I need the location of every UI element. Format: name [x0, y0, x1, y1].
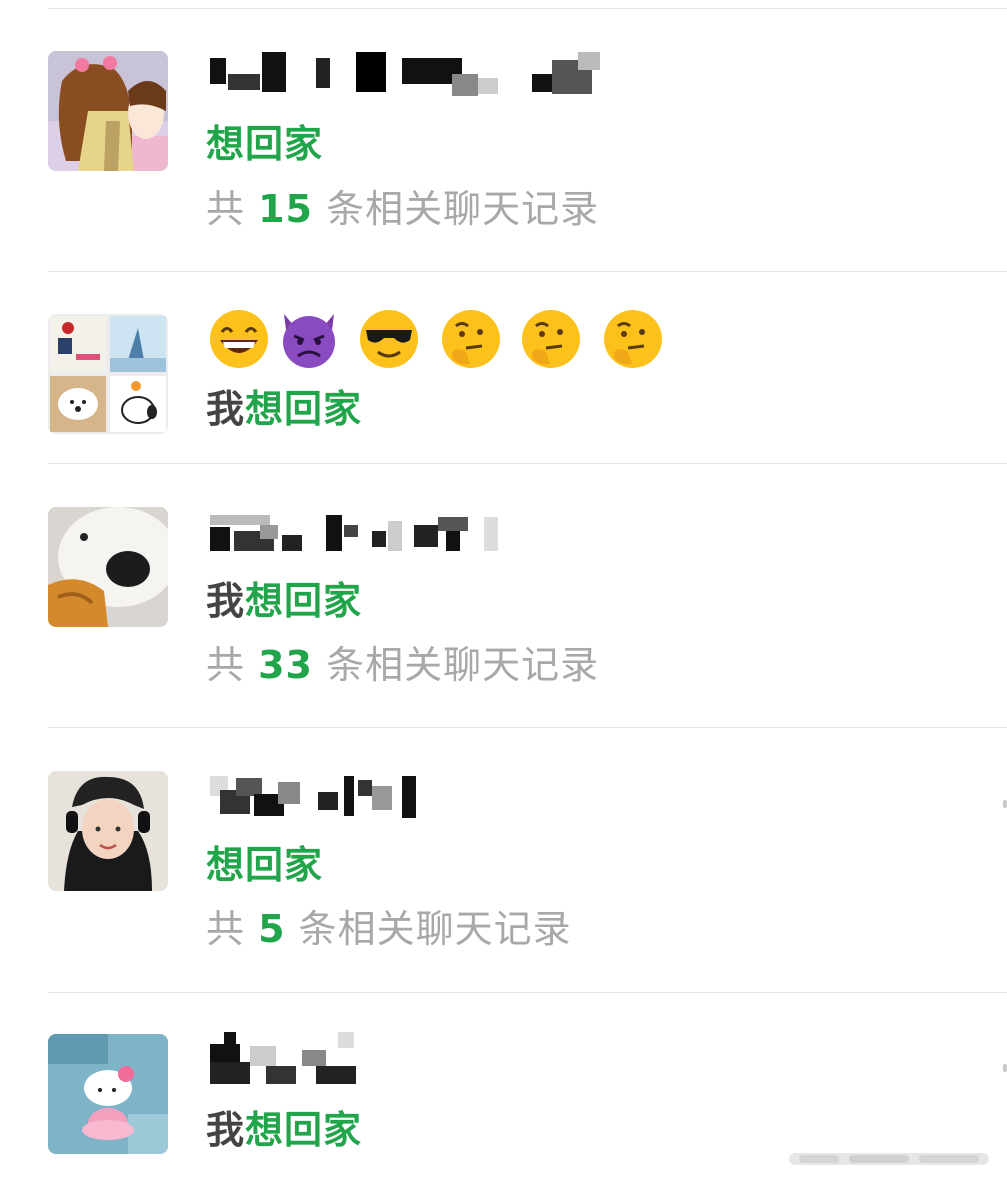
count-value: 5 — [258, 907, 286, 951]
cartoon-girl-avatar-icon — [48, 51, 168, 171]
message-prefix: 我 — [206, 1108, 246, 1152]
edge-marker — [1003, 1064, 1007, 1072]
grinning-face-icon — [208, 308, 270, 370]
group-collage-avatar-icon — [48, 314, 168, 434]
search-keyword: 想回家 — [245, 579, 363, 623]
matched-message: 我想回家 — [206, 578, 362, 624]
divider — [48, 727, 1007, 728]
related-records-count[interactable]: 共 33 条相关聊天记录 — [206, 642, 599, 688]
matched-message: 我想回家 — [206, 386, 362, 432]
edge-marker — [1003, 800, 1007, 808]
white-dog-avatar-icon — [48, 507, 168, 627]
search-keyword: 想回家 — [245, 387, 363, 431]
divider — [48, 8, 1007, 9]
hello-kitty-avatar-icon — [48, 1034, 168, 1154]
divider — [48, 271, 1007, 272]
thinking-face-icon — [520, 308, 582, 370]
related-records-count[interactable]: 共 15 条相关聊天记录 — [206, 186, 599, 232]
contact-name-redacted — [206, 770, 426, 826]
search-keyword: 想回家 — [206, 843, 324, 887]
matched-message: 想回家 — [206, 842, 323, 888]
count-value: 15 — [258, 187, 313, 231]
count-prefix: 共 — [206, 187, 246, 231]
message-prefix: 我 — [206, 387, 246, 431]
count-suffix: 条相关聊天记录 — [298, 907, 572, 951]
count-value: 33 — [258, 643, 313, 687]
matched-message: 想回家 — [206, 121, 323, 167]
message-prefix: 我 — [206, 579, 246, 623]
divider — [48, 463, 1007, 464]
count-prefix: 共 — [206, 907, 246, 951]
count-suffix: 条相关聊天记录 — [326, 187, 600, 231]
chat-search-results: 想回家 共 15 条相关聊天记录 我想回家 我想回家 共 33 条相关聊天记录 … — [0, 0, 1007, 1183]
contact-name-redacted — [206, 44, 616, 100]
sunglasses-face-icon — [358, 308, 420, 370]
thinking-face-icon — [602, 308, 664, 370]
contact-name-redacted — [206, 1030, 366, 1086]
thinking-face-icon — [440, 308, 502, 370]
matched-message: 我想回家 — [206, 1107, 362, 1153]
count-suffix: 条相关聊天记录 — [326, 643, 600, 687]
girl-headphones-avatar-icon — [48, 771, 168, 891]
search-keyword: 想回家 — [206, 122, 324, 166]
contact-name-redacted — [206, 507, 516, 563]
count-prefix: 共 — [206, 643, 246, 687]
watermark-logo — [789, 1149, 999, 1169]
related-records-count[interactable]: 共 5 条相关聊天记录 — [206, 906, 572, 952]
divider — [48, 992, 1007, 993]
angry-devil-icon — [278, 308, 340, 370]
search-keyword: 想回家 — [245, 1108, 363, 1152]
